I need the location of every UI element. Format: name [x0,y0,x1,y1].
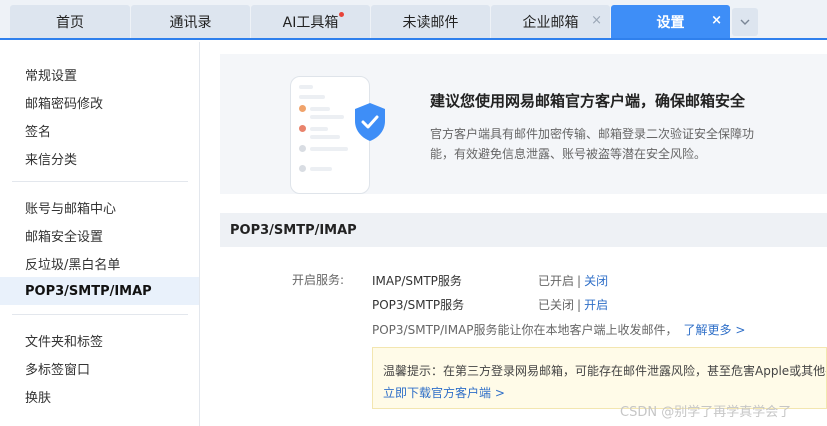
banner-description: 官方客户端具有邮件加密传输、邮箱登录二次验证安全保障功能，有效避免信息泄露、账号… [430,127,755,161]
tab-settings[interactable]: 设置 × [611,5,730,38]
service-note-text: POP3/SMTP/IMAP服务能让你在本地客户端上收发邮件， [372,323,678,337]
disable-imap-link[interactable]: 关闭 [584,274,608,288]
sidebar-item-password[interactable]: 邮箱密码修改 [0,88,199,116]
sidebar-item-label: 账号与邮箱中心 [25,201,117,217]
tab-ai-toolbox[interactable]: AI工具箱 [251,5,370,38]
sidebar-item-spam[interactable]: 反垃圾/黑白名单 [0,249,199,277]
sidebar-item-folders-tags[interactable]: 文件夹和标签 [0,326,199,354]
sidebar-item-label: 常规设置 [25,68,78,84]
status-text: 已开启 [538,274,575,288]
shield-check-icon [353,102,387,142]
sidebar-item-label: 多标签窗口 [25,362,91,378]
sidebar-item-label: 邮箱密码修改 [25,96,104,112]
sidebar-divider [12,181,188,182]
tab-label: 设置 [656,14,685,31]
enable-pop3-link[interactable]: 开启 [584,298,608,312]
sidebar-item-label: 邮箱安全设置 [25,229,104,245]
sidebar-item-general[interactable]: 常规设置 [0,60,199,88]
watermark: CSDN @别学了再学真学会了 [620,405,792,420]
tab-bar: 首页 通讯录 AI工具箱 未读邮件 企业邮箱 × 设置 × [0,0,827,40]
tab-label: 通讯录 [169,14,212,31]
service-status-imap: 已开启 | 关闭 [538,272,608,289]
tab-home[interactable]: 首页 [10,5,130,38]
notification-dot [339,12,344,17]
separator: | [577,298,582,312]
tab-label: 企业邮箱 [522,14,579,31]
sidebar-item-mail-filter[interactable]: 来信分类 [0,144,199,172]
service-name-pop3: POP3/SMTP服务 [372,298,465,312]
settings-sidebar: 常规设置 邮箱密码修改 签名 来信分类 账号与邮箱中心 邮箱安全设置 反垃圾/黑… [0,42,200,426]
service-note: POP3/SMTP/IMAP服务能让你在本地客户端上收发邮件， 了解更多 > [372,321,745,338]
service-status-pop3: 已关闭 | 开启 [538,296,608,313]
status-text: 已关闭 [538,298,575,312]
sidebar-divider [12,314,188,315]
tip-text: 温馨提示：在第三方登录网易邮箱，可能存在邮件泄露风险，甚至危害Apple或其他平… [383,364,826,378]
tab-unread-mail[interactable]: 未读邮件 [371,5,490,38]
service-name-imap: IMAP/SMTP服务 [372,274,462,288]
banner-title: 建议您使用网易邮箱官方客户端，确保邮箱安全 [430,92,746,110]
tab-label: 未读邮件 [402,14,459,31]
sidebar-item-label: 文件夹和标签 [25,334,104,350]
sidebar-item-label: POP3/SMTP/IMAP [25,283,152,299]
tab-label: 首页 [56,14,84,31]
sidebar-item-label: 反垃圾/黑白名单 [25,257,121,273]
sidebar-item-signature[interactable]: 签名 [0,116,199,144]
sidebar-item-security[interactable]: 邮箱安全设置 [0,221,199,249]
enable-service-label: 开启服务: [292,273,345,287]
separator: | [577,274,582,288]
sidebar-item-skin[interactable]: 换肤 [0,382,199,410]
sidebar-item-label: 换肤 [25,390,52,406]
tab-contacts[interactable]: 通讯录 [131,5,250,38]
section-title: POP3/SMTP/IMAP [220,213,827,247]
client-promo-banner: 建议您使用网易邮箱官方客户端，确保邮箱安全 官方客户端具有邮件加密传输、邮箱登录… [220,54,827,194]
learn-more-link[interactable]: 了解更多 > [684,323,746,337]
sidebar-item-pop3-smtp-imap[interactable]: POP3/SMTP/IMAP [0,277,199,305]
sidebar-item-account-center[interactable]: 账号与邮箱中心 [0,193,199,221]
close-icon[interactable]: × [591,14,602,28]
sidebar-item-label: 签名 [25,124,52,140]
tab-label: AI工具箱 [282,14,339,31]
chevron-down-icon[interactable] [732,8,758,36]
warning-tip-box: 温馨提示：在第三方登录网易邮箱，可能存在邮件泄露风险，甚至危害Apple或其他平… [372,347,827,409]
close-icon[interactable]: × [711,14,722,28]
sidebar-item-multi-tab[interactable]: 多标签窗口 [0,354,199,382]
sidebar-item-label: 来信分类 [25,152,78,168]
tab-enterprise-mail[interactable]: 企业邮箱 × [491,5,610,38]
